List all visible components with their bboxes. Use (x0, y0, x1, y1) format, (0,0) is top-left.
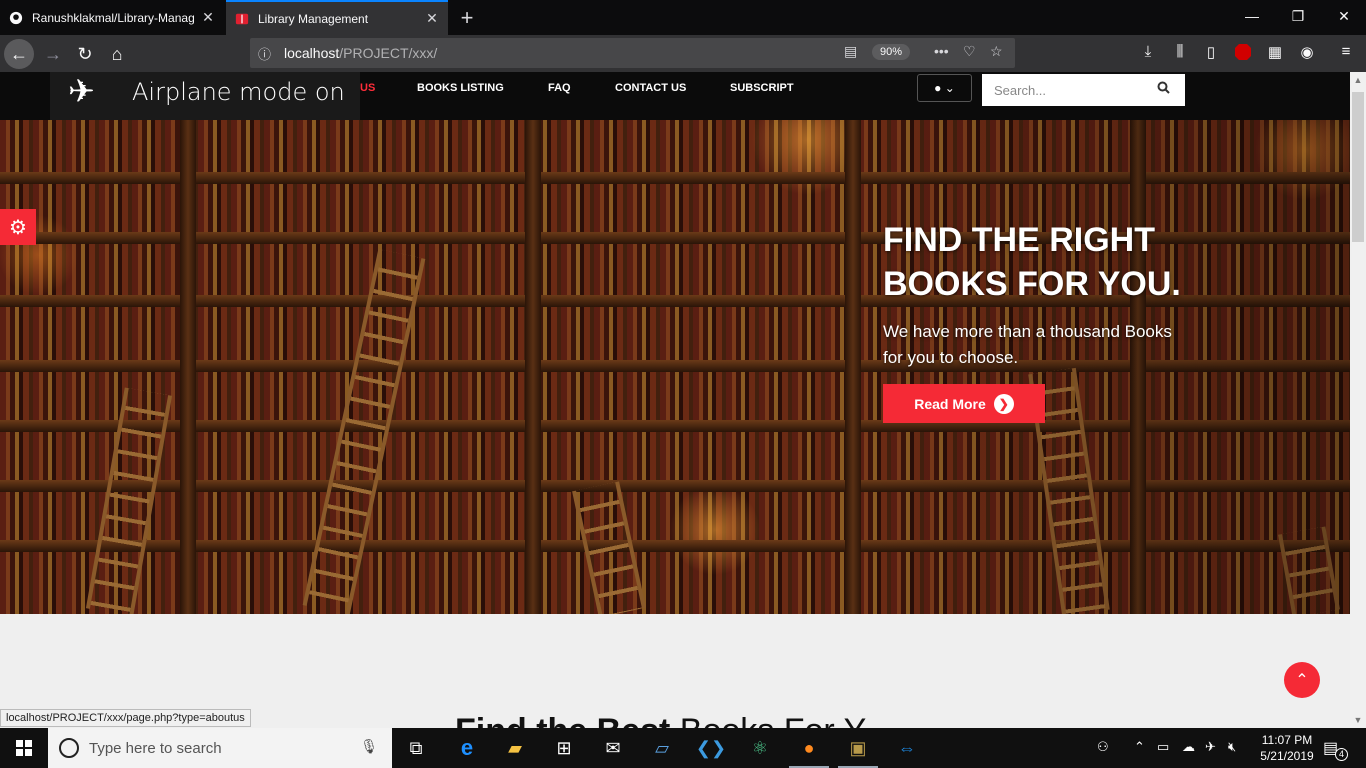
onedrive-icon[interactable]: ☁ (1182, 739, 1195, 755)
task-view-icon[interactable]: ⧉ (392, 728, 440, 768)
battery-icon[interactable]: ▭ (1157, 739, 1169, 755)
read-more-label: Read More (914, 395, 986, 412)
reader-view-icon[interactable]: ▤ (844, 43, 857, 60)
nav-link-subscript[interactable]: SUBSCRIPT (730, 82, 794, 94)
shelf-post (525, 120, 541, 614)
download-icon[interactable]: ⤓ (1138, 43, 1158, 60)
atom-icon[interactable]: ⚛ (736, 728, 784, 768)
search-icon[interactable] (1157, 81, 1170, 97)
clock-time: 11:07 PM (1261, 733, 1313, 747)
sidebar-icon[interactable]: ▯ (1201, 43, 1221, 61)
more-actions-icon[interactable]: ••• (934, 43, 949, 59)
adblock-icon[interactable] (1233, 43, 1253, 65)
scroll-down-icon[interactable]: ▼ (1350, 712, 1366, 728)
microphone-icon[interactable]: 🎙︎ (360, 738, 378, 755)
people-icon[interactable]: ⚇ (1097, 739, 1109, 755)
notification-count-badge: 4 (1335, 748, 1348, 761)
status-url-tooltip: localhost/PROJECT/xxx/page.php?type=abou… (0, 709, 251, 727)
chevron-right-icon: ❯ (993, 393, 1014, 414)
close-icon[interactable]: ✕ (424, 10, 440, 27)
close-icon[interactable]: ✕ (200, 9, 216, 26)
show-hidden-icons-chevron[interactable]: ⌃ (1134, 739, 1145, 755)
browser-nav-bar: ← → ↻ ⌂ ⓘ localhost/PROJECT/xxx/ ▤ 90% •… (0, 35, 1366, 72)
user-icon: ● (934, 81, 942, 95)
reload-icon[interactable]: ↻ (70, 39, 100, 69)
cortana-icon (59, 738, 79, 758)
clock-date: 5/21/2019 (1260, 749, 1314, 763)
account-icon[interactable]: ◉ (1297, 43, 1317, 61)
home-icon[interactable]: ⌂ (102, 39, 132, 69)
search-input[interactable] (982, 74, 1185, 106)
menu-icon[interactable]: ≡ (1336, 43, 1356, 60)
taskbar-search-placeholder: Type here to search (89, 739, 222, 757)
back-to-top-button[interactable]: ⌃ (1284, 662, 1320, 698)
scroll-up-icon[interactable]: ▲ (1350, 72, 1366, 89)
pocket-icon[interactable]: ♡ (963, 43, 976, 60)
taskbar-clock[interactable]: 11:07 PM 5/21/2019 (1252, 732, 1322, 764)
airplane-icon: ✈ (68, 73, 95, 109)
mail-icon[interactable]: ✉ (589, 728, 637, 768)
tab-title: Ranushklakmal/Library-Manag (32, 10, 195, 25)
xampp-icon[interactable]: ▣ (834, 728, 882, 768)
zoom-level[interactable]: 90% (872, 44, 911, 60)
nav-link-about-us[interactable]: US (360, 82, 375, 94)
url-text[interactable]: localhost/PROJECT/xxx/ (284, 45, 437, 61)
nav-link-faq[interactable]: FAQ (548, 82, 571, 94)
section-heading: Find the Best Books For Y... (455, 712, 890, 728)
book-icon (234, 11, 250, 27)
info-icon[interactable]: ⓘ (258, 44, 280, 63)
hero-subtitle: We have more than a thousand Books for y… (883, 322, 1172, 367)
tab-title: Library Management (258, 11, 369, 26)
network-airplane-icon[interactable]: ✈ (1205, 739, 1216, 755)
windows-taskbar: Type here to search 🎙︎ ⧉ e ▰ ⊞ ✉ ▱ ❮❯ ⚛ … (0, 728, 1366, 768)
store-icon[interactable]: ⊞ (540, 728, 588, 768)
back-arrow-icon[interactable]: ← (4, 39, 34, 69)
volume-muted-icon[interactable]: 🔇︎ (1228, 739, 1236, 755)
minimize-icon[interactable]: — (1242, 8, 1262, 24)
airplane-mode-toast: ✈ Airplane mode on (50, 72, 360, 120)
tab-library-management[interactable]: Library Management ✕ (226, 0, 448, 35)
firefox-icon[interactable]: ● (785, 728, 833, 768)
nav-link-contact-us[interactable]: CONTACT US (615, 82, 686, 94)
github-icon (8, 10, 24, 26)
nav-link-books-listing[interactable]: BOOKS LISTING (417, 82, 504, 94)
vscode-icon[interactable]: ❮❯ (687, 728, 735, 768)
shelf-post (180, 120, 196, 614)
webpage: US BOOKS LISTING FAQ CONTACT US SUBSCRIP… (0, 72, 1350, 728)
laptop-app-icon[interactable]: ▱ (638, 728, 686, 768)
shelf-post (845, 120, 861, 614)
browser-tab-bar: Ranushklakmal/Library-Manag ✕ Library Ma… (0, 0, 1366, 35)
tab-github[interactable]: Ranushklakmal/Library-Manag ✕ (0, 0, 224, 35)
new-tab-button[interactable]: + (455, 5, 479, 31)
edge-icon[interactable]: e (443, 728, 491, 768)
read-more-button[interactable]: Read More ❯ (883, 384, 1045, 423)
airplane-mode-label: Airplane mode on (132, 78, 345, 106)
bookmark-star-icon[interactable]: ☆ (990, 43, 1003, 60)
restore-icon[interactable]: ❐ (1288, 8, 1308, 25)
hero-title: FIND THE RIGHT BOOKS FOR YOU. (883, 221, 1181, 303)
close-window-icon[interactable]: ✕ (1334, 8, 1354, 25)
forward-arrow-icon[interactable]: → (38, 39, 68, 69)
page-scrollbar[interactable]: ▲ ▼ (1350, 72, 1366, 728)
file-explorer-icon[interactable]: ▰ (491, 728, 539, 768)
extension-icon[interactable]: ▦ (1265, 43, 1285, 61)
user-dropdown-button[interactable]: ● ⌄ (917, 74, 972, 102)
settings-gear-icon[interactable]: ⚙ (0, 209, 36, 245)
url-bar[interactable]: ⓘ localhost/PROJECT/xxx/ ▤ 90% ••• ♡ ☆ (250, 38, 1015, 68)
taskbar-search[interactable]: Type here to search 🎙︎ (48, 728, 392, 768)
windows-start-icon[interactable] (0, 728, 48, 768)
chevron-down-icon: ⌄ (944, 81, 955, 95)
library-icon[interactable]: ⫼ (1170, 43, 1190, 60)
teamviewer-icon[interactable]: ⇔ (883, 728, 931, 768)
scrollbar-thumb[interactable] (1352, 92, 1364, 242)
